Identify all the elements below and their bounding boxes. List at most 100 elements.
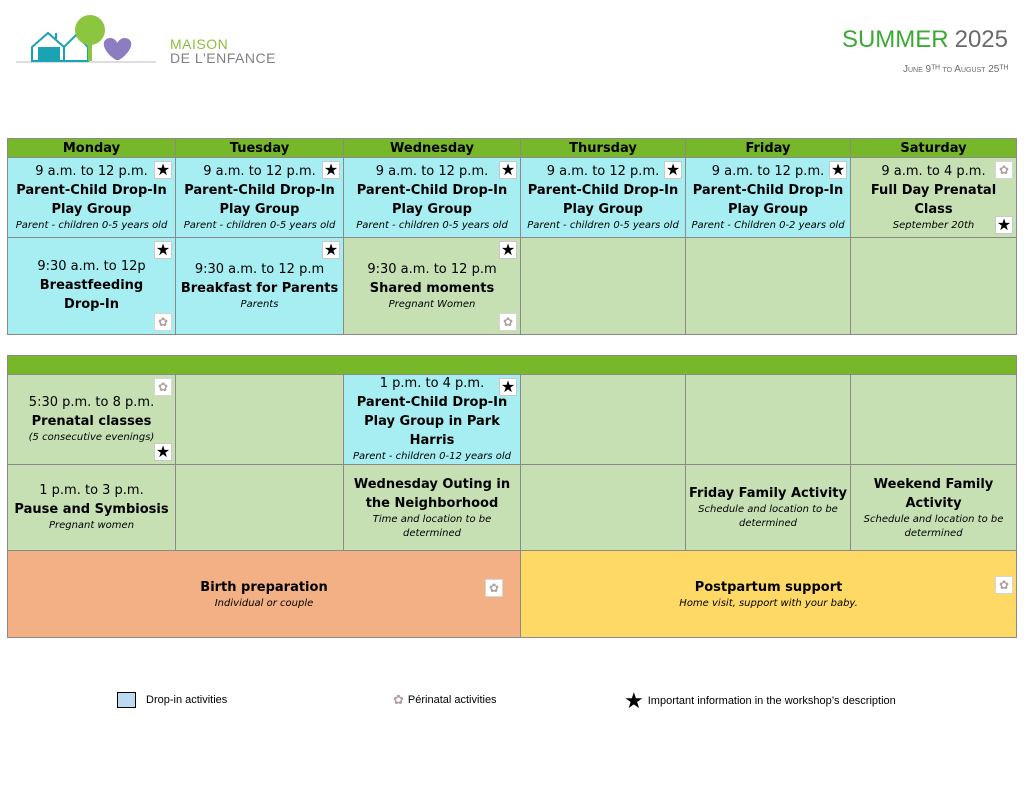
activity-audience: Parent - children 0-5 years old	[15, 219, 168, 231]
flower-icon: ✿	[499, 313, 517, 331]
section-divider-bar	[6, 355, 1018, 375]
activity-name: Birth preparation	[200, 579, 328, 595]
activity-name-line2: Drop-In	[64, 297, 119, 312]
legend-perinatal-label: Périnatal activities	[407, 693, 497, 706]
activity-audience: Parent - children 0-12 years old	[353, 451, 511, 462]
day-header-friday: Friday	[685, 138, 851, 158]
morning-schedule: Monday Tuesday Wednesday Thursday Friday…	[7, 138, 1017, 335]
flower-icon: ✿	[154, 378, 172, 396]
activity-cell-tuesday-morning[interactable]: ★ 9 a.m. to 12 p.m. Parent-Child Drop-In…	[175, 157, 344, 238]
activity-audience: Parent - children 0-5 years old	[183, 219, 336, 231]
flower-icon: ✿	[393, 692, 404, 707]
activity-cell-weekend-family[interactable]: Weekend Family Activity Schedule and loc…	[849, 464, 1018, 551]
empty-cell	[175, 374, 344, 465]
activity-audience: Parents	[240, 298, 279, 310]
activity-note: Home visit, support with your baby.	[679, 597, 858, 609]
flower-icon: ✿	[995, 576, 1014, 594]
activity-audience: Parent - children 0-5 years old	[356, 219, 508, 231]
activity-audience: Pregnant Women	[388, 298, 476, 310]
activity-cell-wednesday-afternoon[interactable]: ★ 1 p.m. to 4 p.m. Parent-Child Drop-In …	[343, 374, 521, 465]
activity-time: 9:30 a.m. to 12 p.m	[194, 261, 325, 277]
afternoon-row-3: ✿ Birth preparation Individual or couple…	[7, 550, 1018, 638]
season-dates: June 9ᵀᴴ to August 25ᵀᴴ	[902, 64, 1008, 75]
star-icon: ★	[154, 160, 172, 179]
star-icon: ★	[322, 240, 340, 259]
activity-name-line2: Play Group	[51, 201, 132, 217]
day-header-tuesday: Tuesday	[175, 138, 344, 158]
star-icon: ★	[499, 160, 517, 179]
star-icon: ★	[499, 377, 517, 396]
activity-cell-friday-family[interactable]: Friday Family Activity Schedule and loca…	[685, 464, 851, 551]
day-header-thursday: Thursday	[520, 138, 686, 158]
activity-cell-thursday-morning[interactable]: ★ 9 a.m. to 12 p.m. Parent-Child Drop-In…	[520, 157, 686, 238]
activity-cell-birth-preparation[interactable]: ✿ Birth preparation Individual or couple	[7, 550, 521, 638]
legend-perinatal: ✿ Périnatal activities	[393, 692, 497, 708]
legend-important-label: Important information in the workshop’s …	[647, 694, 896, 707]
activity-cell-wednesday-morning[interactable]: ★ 9 a.m. to 12 p.m. Parent-Child Drop-In…	[343, 157, 521, 238]
star-icon: ★	[499, 240, 517, 259]
activity-name-line2: Play Group	[563, 201, 643, 217]
empty-cell	[175, 464, 344, 551]
activity-name: Shared moments	[369, 280, 495, 296]
season-name: SUMMER	[841, 26, 949, 53]
activity-time: 9 a.m. to 4 p.m.	[881, 163, 986, 179]
activity-time: 1 p.m. to 3 p.m.	[39, 483, 144, 498]
drop-in-swatch-icon	[117, 692, 136, 708]
star-icon: ★	[829, 160, 847, 179]
activity-audience: Pregnant women	[48, 520, 135, 531]
activity-name: Weekend Family	[873, 476, 994, 492]
activity-note-line2: determined	[904, 527, 963, 539]
activity-time: 9:30 a.m. to 12p	[37, 259, 146, 274]
flower-icon: ✿	[154, 313, 172, 331]
star-icon: ★	[322, 160, 340, 179]
logo-line-2: DE L'ENFANCE	[170, 50, 276, 66]
empty-cell	[849, 374, 1018, 465]
empty-cell	[520, 374, 686, 465]
activity-name: Wednesday Outing in	[353, 476, 511, 492]
flower-icon: ✿	[485, 579, 503, 597]
day-header-saturday: Saturday	[850, 138, 1017, 158]
activity-note: (5 consecutive evenings)	[28, 432, 155, 443]
activity-cell-friday-morning[interactable]: ★ 9 a.m. to 12 p.m. Parent-Child Drop-In…	[685, 157, 851, 238]
activity-note: Schedule and location to be	[863, 513, 1004, 525]
activity-cell-postpartum-support[interactable]: ✿ Postpartum support Home visit, support…	[519, 550, 1018, 638]
season-year: 2025	[954, 26, 1008, 53]
activity-cell-tuesday-morning-2[interactable]: ★ 9:30 a.m. to 12 p.m Breakfast for Pare…	[175, 237, 344, 335]
activity-time: 5:30 p.m. to 8 p.m.	[28, 395, 155, 410]
activity-cell-wednesday-outing[interactable]: Wednesday Outing in the Neighborhood Tim…	[343, 464, 521, 551]
activity-cell-monday-morning[interactable]: ★ 9 a.m. to 12 p.m. Parent-Child Drop-In…	[7, 157, 176, 238]
star-icon: ★	[664, 160, 682, 179]
empty-cell	[685, 374, 851, 465]
activity-note-line2: determined	[402, 527, 462, 539]
activity-name-line2: Play Group	[728, 201, 808, 217]
activity-note-line2: determined	[738, 518, 798, 529]
star-icon: ★	[624, 688, 644, 713]
activity-cell-monday-evening[interactable]: ✿ ★ 5:30 p.m. to 8 p.m. Prenatal classes…	[7, 374, 176, 465]
activity-time: 9 a.m. to 12 p.m.	[711, 163, 825, 179]
activity-note: Time and location to be	[372, 513, 492, 525]
activity-note: Schedule and location to be	[698, 504, 838, 515]
activity-cell-wednesday-morning-2[interactable]: ★ ✿ 9:30 a.m. to 12 p.m Shared moments P…	[343, 237, 521, 335]
activity-cell-monday-afternoon[interactable]: 1 p.m. to 3 p.m. Pause and Symbiosis Pre…	[7, 464, 176, 551]
activity-audience: Parent - children 0-5 years old	[527, 219, 679, 231]
activity-date: September 20th	[892, 219, 975, 231]
activity-name-line2: Activity	[905, 495, 962, 511]
activity-time: 9:30 a.m. to 12 p.m	[367, 261, 497, 277]
star-icon: ★	[995, 215, 1013, 234]
star-icon: ★	[154, 442, 172, 461]
activity-name-line2: Play Group	[219, 201, 300, 217]
star-icon: ★	[154, 240, 172, 259]
flower-icon: ✿	[995, 161, 1013, 179]
empty-cell	[685, 237, 851, 335]
empty-cell	[520, 237, 686, 335]
activity-name-line2: Play Group in Park Harris	[364, 414, 500, 448]
legend-drop-in: Drop-in activities	[117, 692, 227, 708]
activity-time: 9 a.m. to 12 p.m.	[375, 163, 489, 179]
activity-cell-saturday-morning[interactable]: ✿ ★ 9 a.m. to 4 p.m. Full Day Prenatal C…	[850, 157, 1017, 238]
activity-name: Full Day Prenatal Class	[870, 182, 997, 217]
activity-name: Parent-Child Drop-In	[16, 182, 167, 198]
logo-text: MAISON DE L'ENFANCE	[170, 37, 276, 65]
legend-drop-in-label: Drop-in activities	[146, 693, 228, 706]
activity-cell-monday-morning-2[interactable]: ★ ✿ 9:30 a.m. to 12p Breastfeeding Drop-…	[7, 237, 176, 335]
empty-cell	[520, 464, 686, 551]
